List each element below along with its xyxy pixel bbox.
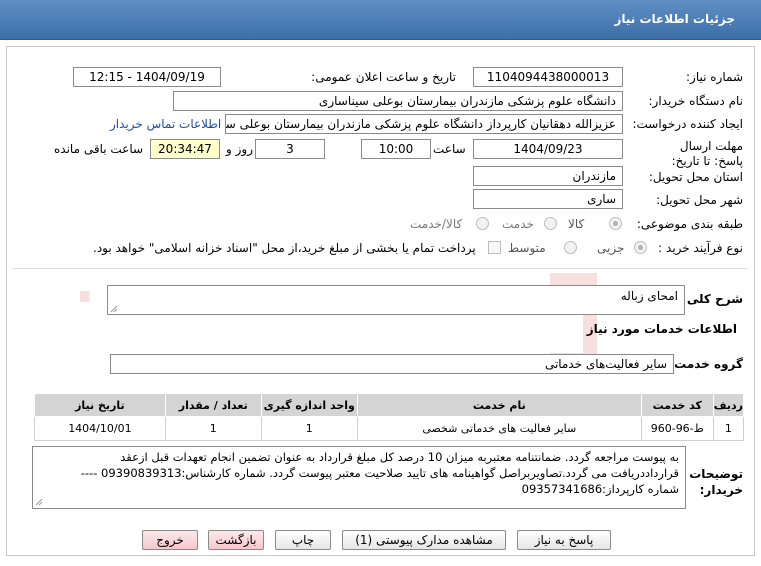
category-radio-service[interactable] xyxy=(544,217,557,230)
service-group-label: گروه خدمت: xyxy=(669,357,743,371)
resize-grip-icon[interactable] xyxy=(110,305,118,313)
process-radio-medium[interactable] xyxy=(564,241,577,254)
deadline-time-field: 10:00 xyxy=(361,139,431,159)
table-header-row: ردیف کد خدمت نام خدمت واحد اندازه گیری ت… xyxy=(34,393,745,417)
summary-field: امحای زباله xyxy=(107,285,685,315)
category-option-goods: کالا xyxy=(568,217,585,231)
creator-label: ایجاد کننده درخواست: xyxy=(632,117,743,131)
cell-quantity: 1 xyxy=(164,416,262,441)
buyer-org-field: دانشگاه علوم پزشکی مازندران بیمارستان بو… xyxy=(173,91,623,111)
title-bar: جزئیات اطلاعات نیاز xyxy=(0,0,761,40)
category-radio-both[interactable] xyxy=(476,217,489,230)
process-radio-minor[interactable] xyxy=(634,241,647,254)
summary-text: امحای زباله xyxy=(620,289,678,303)
remaining-time-field: 20:34:47 xyxy=(150,139,220,159)
category-option-both: کالا/خدمت xyxy=(410,217,463,231)
cell-service-code: ط-96-960 xyxy=(640,416,714,441)
remaining-days-field: 3 xyxy=(255,139,325,159)
category-label: طبقه بندی موضوعی: xyxy=(636,217,743,231)
buyer-contact-link[interactable]: اطلاعات تماس خریدار xyxy=(110,117,221,131)
cell-service-name: سایر فعالیت های خدماتی شخصی xyxy=(356,416,642,441)
reply-button[interactable]: پاسخ به نیاز xyxy=(517,530,611,550)
category-radio-goods[interactable] xyxy=(609,217,622,230)
col-header-row-number: ردیف xyxy=(712,393,745,417)
province-field: مازندران xyxy=(473,166,623,186)
separator xyxy=(12,268,748,269)
remaining-days-label: روز و xyxy=(226,142,253,156)
need-number-label: شماره نیاز: xyxy=(686,70,743,84)
process-option-medium: متوسط xyxy=(508,241,546,255)
cell-unit: 1 xyxy=(260,416,358,441)
deadline-label: مهلت ارسال پاسخ: تا تاریخ: xyxy=(671,139,743,168)
cell-row-number: 1 xyxy=(712,416,745,441)
treasury-payment-checkbox[interactable] xyxy=(488,241,501,254)
announce-date-label: تاریخ و ساعت اعلان عمومی: xyxy=(311,70,456,84)
notes-resize-grip-icon[interactable] xyxy=(35,498,43,506)
col-header-unit: واحد اندازه گیری xyxy=(260,393,358,417)
back-button[interactable]: بازگشت xyxy=(208,530,264,550)
col-header-service-code: کد خدمت xyxy=(640,393,714,417)
announce-date-field: 1404/09/19 - 12:15 xyxy=(73,67,221,87)
province-label: استان محل تحویل: xyxy=(648,170,743,184)
services-table: ردیف کد خدمت نام خدمت واحد اندازه گیری ت… xyxy=(34,393,745,441)
table-row: 1 ط-96-960 سایر فعالیت های خدماتی شخصی 1… xyxy=(34,416,745,441)
city-label: شهر محل تحویل: xyxy=(656,193,743,207)
treasury-payment-note: پرداخت تمام یا بخشی از مبلغ خرید،از محل … xyxy=(93,241,476,255)
buyer-notes-field: به پیوست مراجعه گردد. ضمانتنامه معتبربه … xyxy=(32,446,686,509)
buyer-notes-line-1: به پیوست مراجعه گردد. ضمانتنامه معتبربه … xyxy=(120,450,679,464)
deadline-date-field: 1404/09/23 xyxy=(473,139,623,159)
exit-button[interactable]: خروج xyxy=(142,530,198,550)
col-header-service-name: نام خدمت xyxy=(356,393,642,417)
col-header-need-date: تاریخ نیاز xyxy=(34,393,166,417)
remaining-time-label: ساعت باقی مانده xyxy=(54,142,144,156)
print-button[interactable]: چاپ xyxy=(275,530,331,550)
service-group-field: سایر فعالیت‌های خدماتی xyxy=(110,354,674,374)
category-option-service: خدمت xyxy=(502,217,534,231)
city-field: ساری xyxy=(473,189,623,209)
process-label: نوع فرآیند خرید : xyxy=(658,241,743,255)
view-attachments-button[interactable]: مشاهده مدارک پیوستی (1) xyxy=(342,530,506,550)
deadline-time-label: ساعت xyxy=(433,142,466,156)
page-title: جزئیات اطلاعات نیاز xyxy=(614,12,735,26)
cell-need-date: 1404/10/01 xyxy=(34,416,166,441)
process-option-minor: جزیی xyxy=(597,241,625,255)
buyer-notes-label: توضیحات خریدار: xyxy=(689,467,743,497)
buyer-notes-line-2: قرارداددریافت می گردد.تصاویربراصل گواهین… xyxy=(80,466,679,480)
buyer-org-label: نام دستگاه خریدار: xyxy=(648,94,744,108)
buyer-notes-line-3: شماره کارپرداز:09357341686 xyxy=(521,482,679,496)
need-number-field: 1104094438000013 xyxy=(473,67,623,87)
col-header-quantity: تعداد / مقدار xyxy=(164,393,262,417)
creator-field: عزیزالله دهقانیان کارپرداز دانشگاه علوم … xyxy=(225,114,623,134)
services-section-title: اطلاعات خدمات مورد نیاز xyxy=(586,322,737,336)
